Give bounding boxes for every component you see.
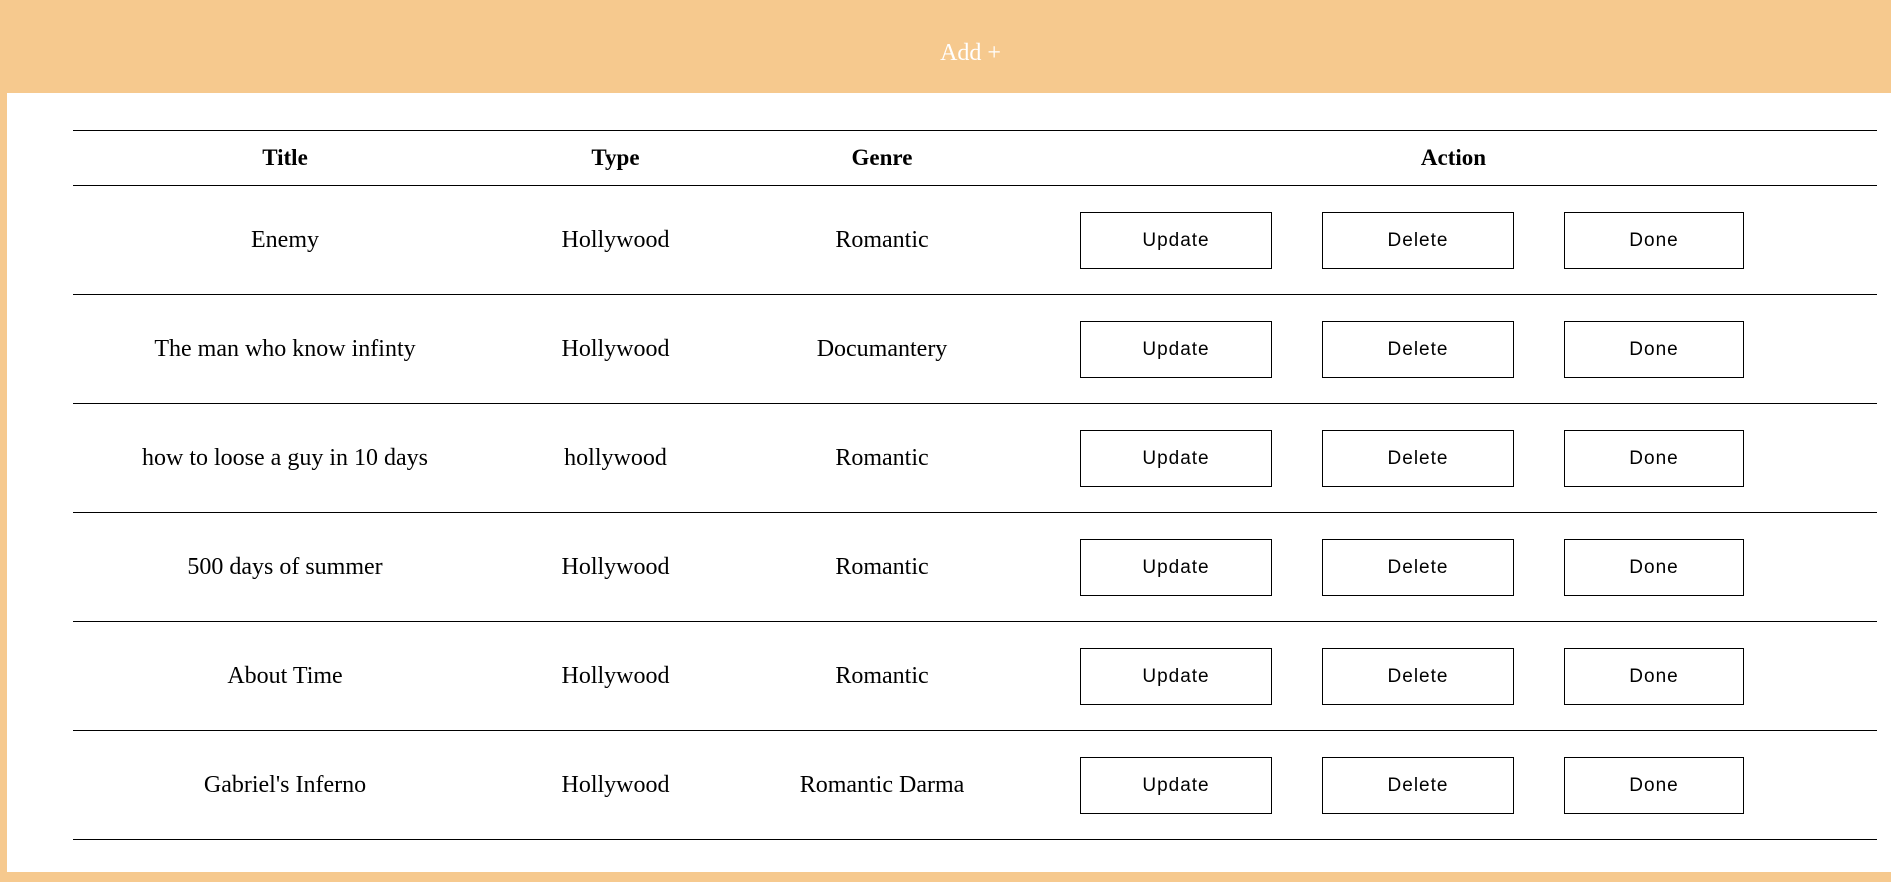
table-row: About Time Hollywood Romantic Update Del…: [73, 622, 1877, 731]
cell-title: About Time: [227, 662, 343, 689]
table-row: 500 days of summer Hollywood Romantic Up…: [73, 513, 1877, 622]
cell-actions: Update Delete Done: [1030, 513, 1877, 622]
delete-button[interactable]: Delete: [1322, 430, 1514, 487]
done-button[interactable]: Done: [1564, 648, 1744, 705]
delete-button[interactable]: Delete: [1322, 757, 1514, 814]
add-button[interactable]: Add +: [940, 40, 1001, 67]
cell-title: how to loose a guy in 10 days: [142, 444, 428, 471]
cell-genre: Romantic: [835, 662, 929, 689]
cell-title: Gabriel's Inferno: [203, 771, 367, 798]
table-row: The man who know infinty Hollywood Docum…: [73, 295, 1877, 404]
cell-title: Enemy: [251, 226, 319, 253]
table-row: Gabriel's Inferno Hollywood Romantic Dar…: [73, 731, 1877, 840]
cell-title: 500 days of summer: [187, 553, 383, 580]
done-button[interactable]: Done: [1564, 212, 1744, 269]
cell-type: hollywood: [564, 444, 667, 471]
table-row: how to loose a guy in 10 days hollywood …: [73, 404, 1877, 513]
cell-type: Hollywood: [561, 335, 670, 362]
update-button[interactable]: Update: [1080, 757, 1272, 814]
update-button[interactable]: Update: [1080, 212, 1272, 269]
cell-type: Hollywood: [561, 771, 670, 798]
cell-actions: Update Delete Done: [1030, 295, 1877, 404]
delete-button[interactable]: Delete: [1322, 321, 1514, 378]
cell-type: Hollywood: [561, 662, 670, 689]
cell-actions: Update Delete Done: [1030, 186, 1877, 295]
table-body: Enemy Hollywood Romantic Update Delete D…: [73, 186, 1877, 840]
cell-type: Hollywood: [561, 226, 670, 253]
cell-genre: Romantic: [835, 226, 929, 253]
done-button[interactable]: Done: [1564, 321, 1744, 378]
row-actions: Update Delete Done: [1030, 295, 1877, 403]
header-row: Title Type Genre Action: [73, 130, 1877, 186]
done-button[interactable]: Done: [1564, 539, 1744, 596]
delete-button[interactable]: Delete: [1322, 539, 1514, 596]
row-actions: Update Delete Done: [1030, 186, 1877, 294]
column-header-genre: Genre: [851, 145, 913, 170]
cell-actions: Update Delete Done: [1030, 731, 1877, 840]
update-button[interactable]: Update: [1080, 539, 1272, 596]
update-button[interactable]: Update: [1080, 321, 1272, 378]
movies-table: Title Type Genre Action Enemy Hollywood …: [73, 130, 1877, 840]
cell-actions: Update Delete Done: [1030, 404, 1877, 513]
done-button[interactable]: Done: [1564, 757, 1744, 814]
delete-button[interactable]: Delete: [1322, 648, 1514, 705]
row-actions: Update Delete Done: [1030, 731, 1877, 839]
top-bar: Add +: [0, 0, 1891, 93]
update-button[interactable]: Update: [1080, 430, 1272, 487]
cell-title: The man who know infinty: [154, 335, 416, 362]
delete-button[interactable]: Delete: [1322, 212, 1514, 269]
table-header: Title Type Genre Action: [73, 130, 1877, 186]
cell-actions: Update Delete Done: [1030, 622, 1877, 731]
cell-genre: Romantic: [835, 553, 929, 580]
row-actions: Update Delete Done: [1030, 622, 1877, 730]
row-actions: Update Delete Done: [1030, 513, 1877, 621]
done-button[interactable]: Done: [1564, 430, 1744, 487]
cell-genre: Romantic: [835, 444, 929, 471]
column-header-title: Title: [262, 145, 308, 170]
table-row: Enemy Hollywood Romantic Update Delete D…: [73, 186, 1877, 295]
cell-type: Hollywood: [561, 553, 670, 580]
column-header-action: Action: [1420, 145, 1487, 170]
column-header-type: Type: [591, 145, 640, 170]
update-button[interactable]: Update: [1080, 648, 1272, 705]
content-panel: Title Type Genre Action Enemy Hollywood …: [7, 93, 1891, 872]
row-actions: Update Delete Done: [1030, 404, 1877, 512]
cell-genre: Romantic Darma: [799, 771, 965, 798]
cell-genre: Documantery: [816, 335, 948, 362]
